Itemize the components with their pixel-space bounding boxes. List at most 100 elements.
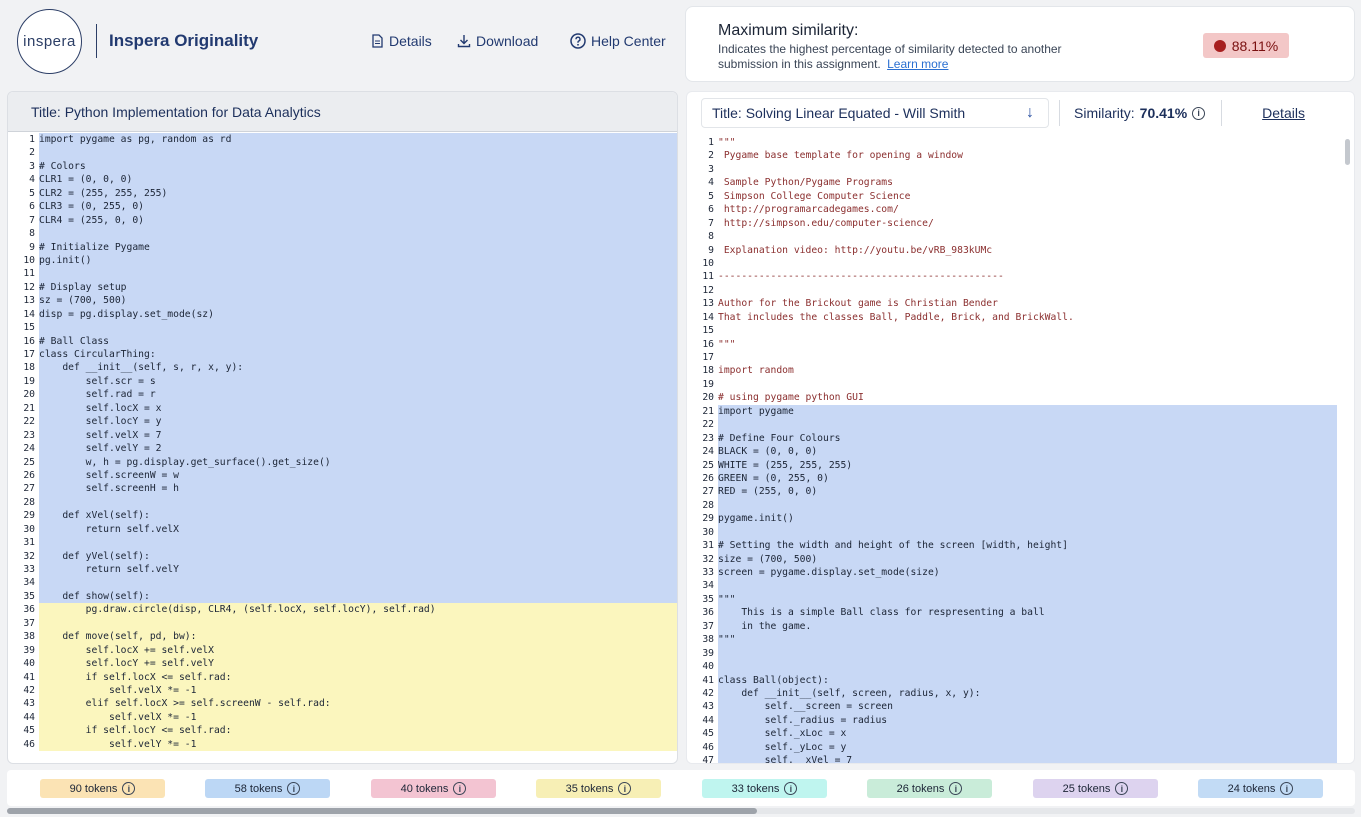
code-line: 28: [8, 495, 677, 510]
info-icon[interactable]: i: [1280, 782, 1294, 795]
line-number: 30: [23, 523, 35, 535]
code-text: return self.velY: [39, 563, 677, 577]
code-text: CLR4 = (255, 0, 0): [39, 213, 677, 228]
matched-document-select[interactable]: Title: Solving Linear Equated - Will Smi…: [701, 98, 1049, 128]
code-line: 40 self.locY += self.velY: [8, 657, 677, 671]
code-text: [718, 660, 1337, 674]
code-text: GREEN = (0, 255, 0): [718, 471, 1337, 486]
details-nav-link[interactable]: Details: [370, 33, 432, 49]
code-line: 41 class Ball(object):: [687, 673, 1337, 687]
code-line: 6 CLR3 = (0, 255, 0): [8, 200, 677, 214]
line-number: 21: [23, 402, 35, 414]
similarity-indicator: Similarity: 70.41% i: [1074, 105, 1206, 121]
line-number: 2: [708, 150, 714, 162]
line-number: 22: [702, 419, 714, 431]
line-number: 33: [702, 567, 714, 578]
header-divider: [1221, 100, 1223, 126]
match-details-link[interactable]: Details: [1262, 105, 1305, 121]
code-line: 7 CLR4 = (255, 0, 0): [8, 213, 677, 228]
code-text: This is a simple Ball class for resprese…: [718, 606, 1337, 620]
line-number: 18: [702, 365, 714, 377]
line-number: 21: [702, 405, 714, 417]
code-line: 19: [687, 378, 1337, 391]
submission-panel: Title: Python Implementation for Data An…: [7, 91, 678, 764]
line-number: 12: [23, 281, 35, 293]
horizontal-scrollbar-thumb[interactable]: [7, 808, 757, 814]
code-line: 33 screen = pygame.display.set_mode(size): [687, 566, 1337, 580]
code-line: 42 self.velX *= -1: [8, 683, 677, 698]
info-icon[interactable]: i: [287, 782, 301, 795]
token-chip-label: 35 tokens: [565, 782, 614, 795]
line-number: 40: [702, 661, 714, 673]
matched-code-view[interactable]: 1 """ 2 Pygame base template for opening a…: [687, 136, 1337, 763]
max-similarity-title: Maximum similarity:: [718, 22, 859, 39]
help-center-nav-link[interactable]: Help Center: [570, 33, 666, 49]
info-icon[interactable]: i: [1115, 782, 1129, 795]
line-number: 17: [702, 352, 714, 363]
code-line: 32 size = (700, 500): [687, 552, 1337, 566]
code-text: Explanation video: http://youtu.be/vRB_9…: [718, 244, 993, 256]
token-chip[interactable]: 24 tokens i: [1198, 779, 1323, 798]
code-text: def xVel(self):: [39, 509, 677, 523]
code-line: 3 # Colors: [8, 159, 677, 174]
code-line: 24 BLACK = (0, 0, 0): [687, 445, 1337, 459]
code-line: 13 sz = (700, 500): [8, 294, 677, 308]
line-number: 3: [29, 160, 35, 172]
line-number: 5: [708, 190, 714, 202]
token-chip[interactable]: 26 tokens i: [867, 779, 992, 798]
code-text: self.locY = y: [39, 415, 677, 429]
code-line: 47 self.__xVel = 7: [687, 754, 1337, 763]
line-number: 29: [23, 510, 35, 522]
token-chip[interactable]: 40 tokens i: [371, 779, 496, 798]
code-line: 8: [8, 227, 677, 241]
info-icon[interactable]: i: [1192, 106, 1206, 120]
code-line: 35 def show(self):: [8, 589, 677, 604]
token-chip[interactable]: 35 tokens i: [536, 779, 661, 798]
code-line: 26 GREEN = (0, 255, 0): [687, 471, 1337, 486]
line-number: 26: [702, 472, 714, 484]
token-chip[interactable]: 90 tokens i: [40, 779, 165, 798]
code-line: 15: [687, 324, 1337, 337]
line-number: 40: [23, 658, 35, 670]
submission-code-view[interactable]: 1 import pygame as pg, random as rd 2 3 # Co…: [8, 133, 677, 763]
token-chip-label: 90 tokens: [69, 782, 118, 795]
line-number: 16: [23, 335, 35, 347]
code-line: 8: [687, 230, 1337, 243]
code-line: 46 self._yLoc = y: [687, 740, 1337, 755]
token-chip-label: 33 tokens: [731, 782, 780, 795]
info-icon[interactable]: i: [784, 782, 798, 795]
code-line: 35 """: [687, 592, 1337, 607]
code-text: def show(self):: [39, 589, 677, 604]
line-number: 1: [708, 137, 714, 148]
vertical-scrollbar[interactable]: [1345, 139, 1350, 165]
code-text: # Initialize Pygame: [39, 240, 677, 254]
line-number: 32: [23, 550, 35, 562]
info-icon[interactable]: i: [949, 782, 963, 795]
code-text: WHITE = (255, 255, 255): [718, 458, 1337, 472]
token-chip[interactable]: 58 tokens i: [205, 779, 330, 798]
code-line: 18 import random: [687, 364, 1337, 377]
download-nav-link[interactable]: Download: [457, 33, 538, 49]
line-number: 9: [708, 244, 714, 256]
line-number: 31: [702, 540, 714, 552]
code-text: def __init__(self, s, r, x, y):: [39, 361, 677, 375]
info-icon[interactable]: i: [122, 782, 136, 795]
code-line: 10 pg.init(): [8, 253, 677, 268]
token-chip[interactable]: 33 tokens i: [702, 779, 827, 798]
info-icon[interactable]: i: [453, 782, 467, 795]
code-line: 37 in the game.: [687, 619, 1337, 634]
line-number: 3: [708, 163, 714, 175]
line-number: 19: [702, 378, 714, 390]
inspera-logo[interactable]: inspera: [17, 9, 82, 74]
line-number: 43: [702, 701, 714, 713]
code-text: [39, 146, 677, 160]
code-line: 26 self.screenW = w: [8, 468, 677, 483]
line-number: 34: [702, 580, 714, 592]
info-icon[interactable]: i: [618, 782, 632, 795]
learn-more-link[interactable]: Learn more: [887, 57, 948, 71]
token-chip[interactable]: 25 tokens i: [1033, 779, 1158, 798]
code-text: CLR2 = (255, 255, 255): [39, 186, 677, 201]
code-text: [718, 525, 1337, 540]
